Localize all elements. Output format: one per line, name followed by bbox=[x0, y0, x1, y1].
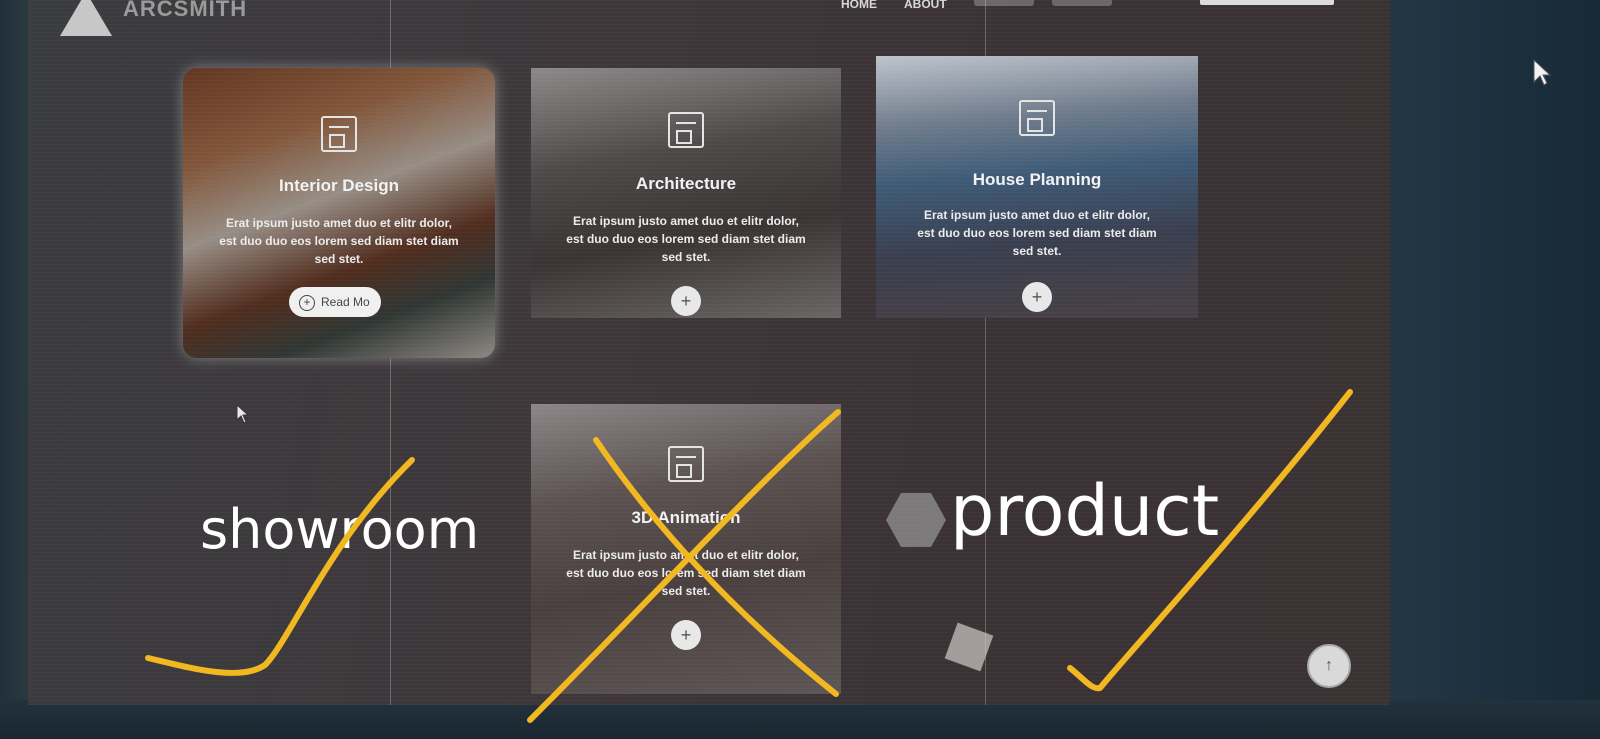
annotation-ink-marks bbox=[145, 389, 1353, 723]
cross-mark-stroke-1 bbox=[593, 437, 839, 697]
checkmark-right-icon bbox=[1067, 389, 1353, 692]
ink-strokes bbox=[145, 389, 1353, 723]
checkmark-left-icon bbox=[145, 457, 415, 676]
cross-mark-stroke-2 bbox=[527, 409, 841, 723]
